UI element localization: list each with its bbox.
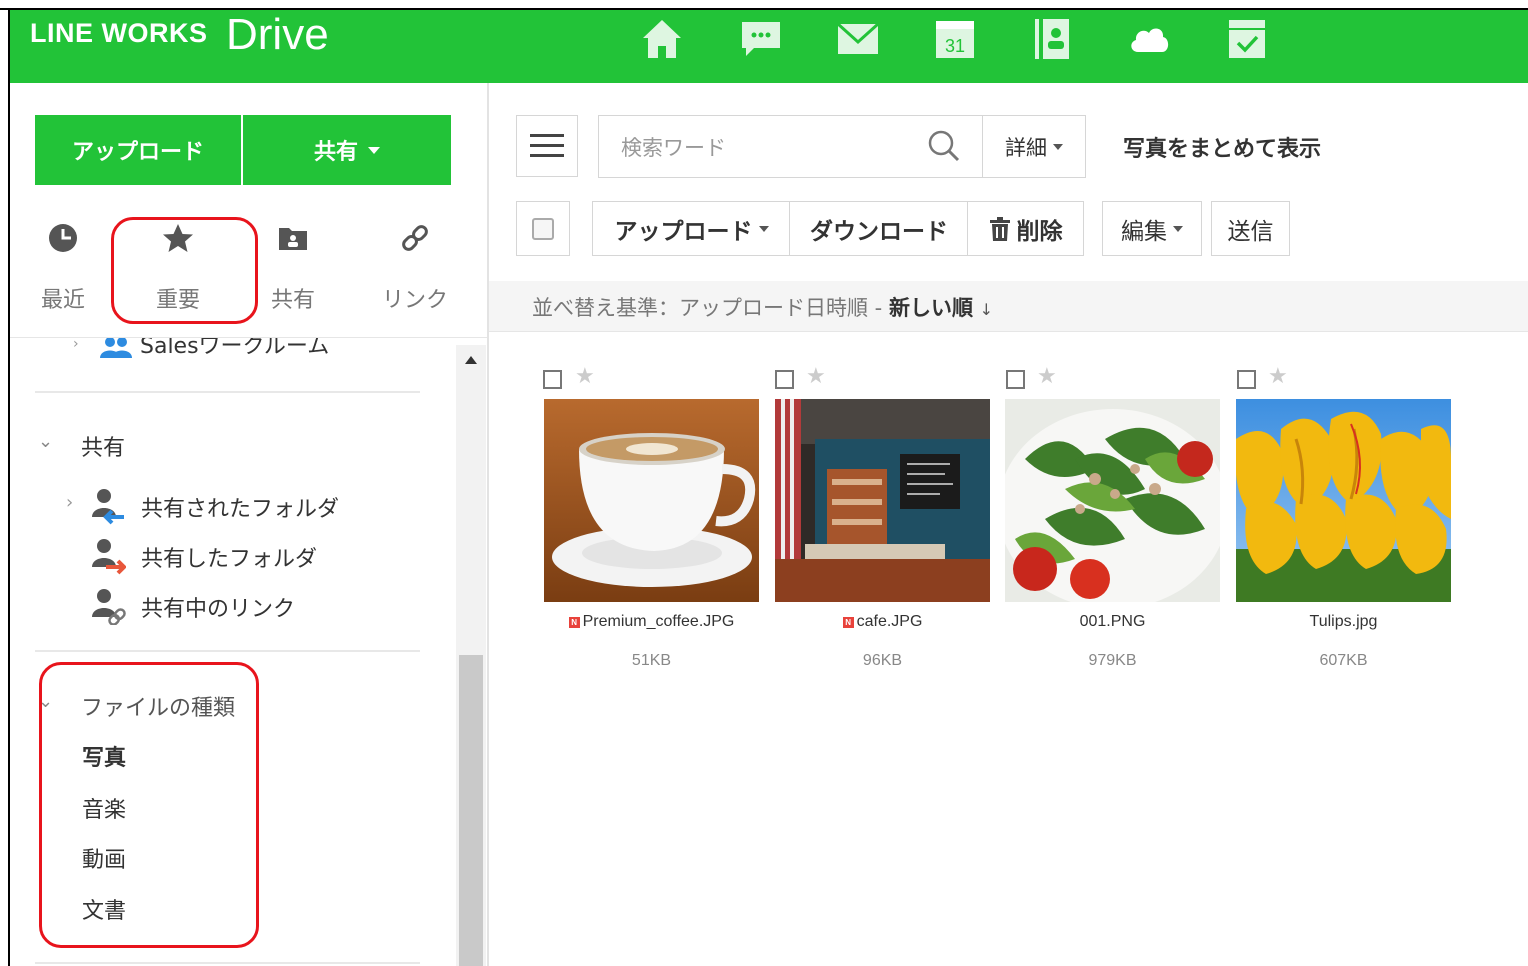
link-shortcut[interactable] [385,222,445,254]
chevron-right-icon[interactable]: › [66,492,73,513]
favorite-star-icon[interactable]: ★ [575,364,595,389]
mail-icon[interactable] [833,14,883,64]
file-name[interactable]: 001.PNG [1005,613,1220,631]
file-thumbnail-coffee[interactable] [544,399,759,602]
upload-menu-label: アップロード [614,218,753,245]
select-all-button[interactable] [516,201,570,256]
file-name[interactable]: Tulips.jpg [1236,613,1451,631]
file-name-text: cafe.JPG [856,613,923,630]
calendar-day: 31 [945,36,965,56]
tree-separator [35,391,420,393]
hamburger-icon [530,134,564,157]
shared-link-icon [90,587,126,629]
workroom-item[interactable]: Salesワークルーム [140,338,329,360]
chevron-down-icon[interactable]: ⌄ [38,431,53,452]
detail-label: 詳細 [1005,135,1047,160]
tree-separator [35,962,420,964]
tree-separator [35,650,420,652]
highlight-important [111,217,258,324]
chevron-down-icon [368,146,380,154]
download-button[interactable]: ダウンロード [789,201,969,256]
send-label: 送信 [1227,218,1274,245]
link-icon [402,225,428,251]
edit-menu-button[interactable]: 編集 [1102,201,1202,256]
search-icon[interactable] [927,129,961,163]
upload-button[interactable]: アップロード [35,115,241,185]
upload-label: アップロード [71,140,204,165]
delete-button[interactable]: 削除 [967,201,1084,256]
chevron-down-icon [758,225,769,232]
favorite-star-icon[interactable]: ★ [806,364,826,389]
search-detail-button[interactable]: 詳細 [982,115,1086,178]
new-badge: N [568,617,580,628]
sort-prefix: 並べ替え基準：アップロード日時順 - [532,296,883,320]
clock-icon [49,224,77,252]
file-size: 607KB [1319,652,1368,669]
drive-cloud-icon[interactable] [1124,14,1174,64]
file-checkbox[interactable] [1237,370,1256,389]
shared-with-me-icon [90,487,126,529]
file-thumbnail-cafe[interactable] [775,399,990,602]
search-input[interactable]: 検索ワード [621,132,726,162]
file-size: 51KB [631,652,672,669]
scrollbar-thumb[interactable] [459,655,483,966]
highlight-file-types [39,662,259,948]
shared-by-me-folder[interactable]: 共有したフォルダ [141,541,317,573]
file-size: 979KB [1088,652,1137,669]
edit-label: 編集 [1121,218,1167,245]
chevron-right-icon[interactable]: › [73,338,79,352]
select-all-checkbox[interactable] [532,217,554,240]
sort-direction-icon[interactable]: ↓ [980,300,993,319]
brand-logo[interactable]: LINE WORKS [30,18,208,49]
trash-icon [989,216,1010,241]
new-badge: N [842,617,854,628]
product-name: Drive [226,10,329,59]
file-name-text: Premium_coffee.JPG [582,613,735,630]
sort-order[interactable]: 新しい順 [889,296,973,320]
tasks-icon[interactable] [1222,14,1272,64]
recent-shortcut[interactable] [33,222,93,254]
menu-toggle-button[interactable] [516,115,578,177]
upload-menu-button[interactable]: アップロード [592,201,791,256]
shared-shortcut[interactable] [263,222,323,254]
photo-view-link[interactable]: 写真をまとめて表示 [1123,131,1321,163]
file-name[interactable]: Ncafe.JPG [775,613,990,631]
file-checkbox[interactable] [543,370,562,389]
favorite-star-icon[interactable]: ★ [1268,364,1288,389]
sidebar-divider [487,83,489,966]
shared-with-me-folder[interactable]: 共有されたフォルダ [141,491,339,523]
search-box: 検索ワード [598,115,984,178]
workroom-icon [100,338,132,362]
file-thumbnail-tulips[interactable] [1235,399,1451,602]
send-button[interactable]: 送信 [1211,201,1290,256]
shared-by-me-icon [90,537,127,579]
share-label: 共有 [313,140,358,165]
delete-label: 削除 [1016,218,1063,245]
link-label[interactable]: リンク [375,282,455,314]
file-thumbnail-salad[interactable] [998,399,1228,609]
home-icon[interactable] [637,14,687,64]
share-button[interactable]: 共有 [243,115,451,185]
download-label: ダウンロード [810,218,948,245]
sort-control[interactable]: 並べ替え基準：アップロード日時順 - 新しい順 ↓ [532,292,993,322]
shared-section-title[interactable]: 共有 [81,430,125,462]
shared-folder-icon [279,228,307,250]
chevron-down-icon [1173,225,1183,232]
shared-links-item[interactable]: 共有中のリンク [141,591,295,623]
recent-label[interactable]: 最近 [33,282,93,314]
chat-icon[interactable] [736,14,786,64]
file-checkbox[interactable] [775,370,794,389]
calendar-icon[interactable]: 31 [930,14,980,64]
shared-label[interactable]: 共有 [263,282,323,314]
favorite-star-icon[interactable]: ★ [1037,364,1057,389]
file-size: 96KB [862,652,903,669]
file-name[interactable]: N Premium_coffee.JPG [544,613,759,631]
scroll-up-arrow-icon[interactable] [465,356,477,364]
contacts-icon[interactable] [1027,14,1077,64]
chevron-down-icon [1053,143,1063,150]
file-checkbox[interactable] [1006,370,1025,389]
